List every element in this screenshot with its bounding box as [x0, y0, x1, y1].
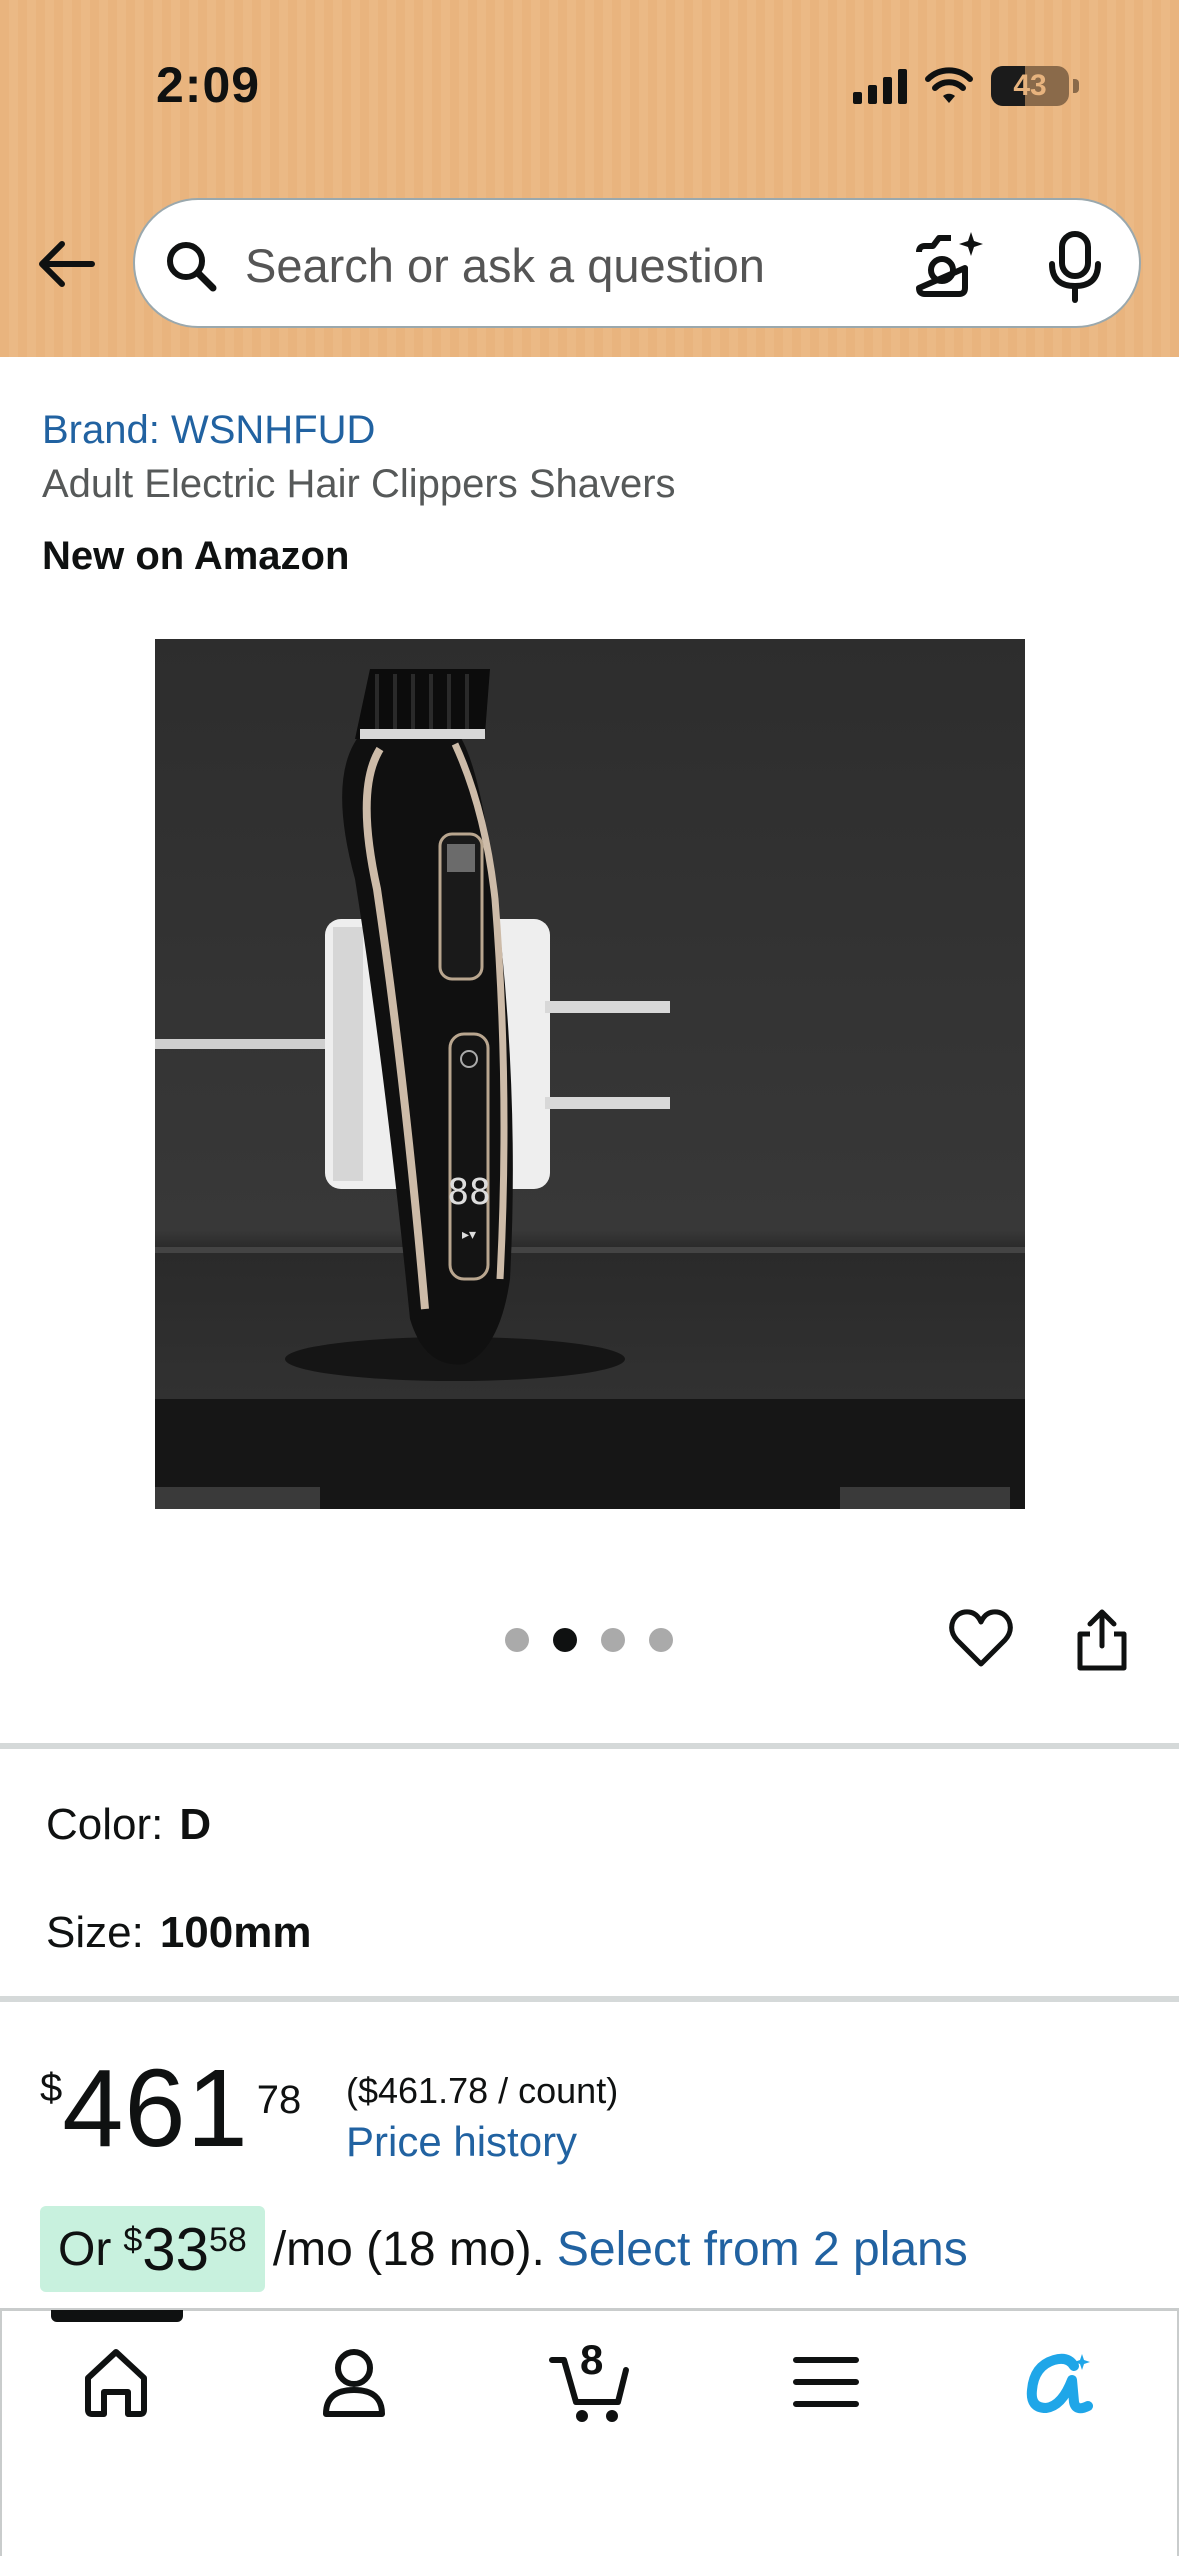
carousel-dot[interactable] [505, 1628, 529, 1652]
header: 2:09 43 [0, 0, 1179, 357]
monthly-symbol: $ [123, 2220, 143, 2259]
price-history-link[interactable]: Price history [346, 2118, 577, 2166]
search-icon [167, 242, 217, 292]
color-variation-row[interactable]: Color: D [46, 1800, 211, 1850]
new-on-amazon-badge: New on Amazon [42, 534, 350, 578]
size-label: Size: [46, 1908, 144, 1957]
wifi-icon [925, 67, 973, 103]
microphone-icon[interactable] [1040, 230, 1110, 304]
rufus-icon[interactable] [1018, 2340, 1102, 2424]
hair-clipper-image: 88 ▸▾ [155, 669, 1025, 1509]
account-icon[interactable] [312, 2340, 396, 2424]
camera-search-icon[interactable] [911, 228, 987, 304]
monthly-payment-row: Or $ 33 58 /mo (18 mo). Select from 2 pl… [40, 2206, 968, 2292]
carousel-dot[interactable] [649, 1628, 673, 1652]
price: $ 461 78 [40, 2054, 301, 2164]
search-input[interactable] [245, 230, 985, 300]
active-tab-indicator [51, 2310, 183, 2322]
monthly-fraction: 58 [209, 2220, 247, 2259]
heart-icon[interactable] [948, 1606, 1014, 1672]
cart-count-badge: 8 [580, 2336, 604, 2383]
select-plans-link[interactable]: Select from 2 plans [557, 2222, 968, 2277]
carousel-dot[interactable] [553, 1628, 577, 1652]
svg-text:▸▾: ▸▾ [462, 1227, 476, 1243]
search-bar[interactable] [133, 198, 1141, 328]
brand-link[interactable]: Brand: WSNHFUD [42, 408, 375, 453]
status-time: 2:09 [156, 57, 261, 113]
carousel-dot[interactable] [601, 1628, 625, 1652]
size-value: 100mm [159, 1908, 312, 1957]
back-arrow-icon[interactable] [34, 232, 98, 296]
product-image[interactable]: 88 ▸▾ [155, 639, 1025, 1509]
home-icon[interactable] [74, 2340, 158, 2424]
color-label: Color: [46, 1800, 164, 1849]
image-carousel-dots[interactable] [505, 1628, 673, 1652]
size-variation-row[interactable]: Size: 100mm [46, 1908, 312, 1958]
monthly-whole: 33 [142, 2215, 209, 2283]
product-title: Adult Electric Hair Clippers Shavers [42, 462, 676, 506]
price-symbol: $ [40, 2066, 63, 2110]
battery-percent: 43 [1013, 69, 1047, 102]
unit-price: ($461.78 / count) [346, 2070, 619, 2111]
price-whole: 461 [62, 2047, 249, 2170]
monthly-payment-badge: Or $ 33 58 [40, 2206, 265, 2292]
menu-icon[interactable] [784, 2340, 868, 2424]
section-divider [0, 1743, 1179, 1749]
share-icon[interactable] [1070, 1606, 1134, 1672]
cellular-signal-icon [853, 68, 907, 104]
price-fraction: 78 [256, 2078, 302, 2122]
status-icons: 43 [853, 62, 1079, 110]
monthly-terms: /mo (18 mo). [272, 2222, 545, 2276]
battery-tip [1073, 79, 1079, 93]
color-value: D [179, 1800, 212, 1849]
section-divider [0, 1996, 1179, 2002]
monthly-prefix: Or [58, 2222, 112, 2276]
battery-icon: 43 [991, 66, 1069, 106]
svg-text:88: 88 [447, 1172, 490, 1213]
